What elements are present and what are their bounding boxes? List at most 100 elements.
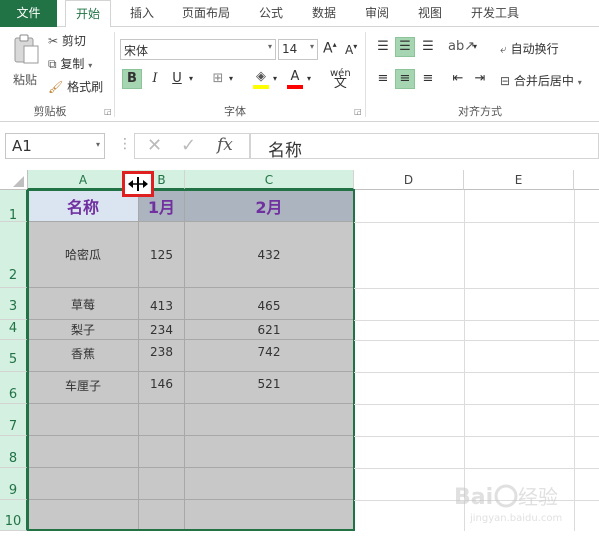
tab-developer[interactable]: 开发工具 — [460, 0, 530, 27]
row-header-10[interactable]: 10 — [0, 500, 28, 531]
column-header-c[interactable]: C — [185, 170, 354, 190]
tab-data[interactable]: 数据 — [301, 0, 347, 27]
middle-align-icon[interactable]: ☰ — [395, 37, 415, 57]
decrease-font-size-button[interactable]: A▾ — [345, 42, 357, 57]
align-left-icon[interactable]: ≡ — [373, 69, 393, 89]
tab-view[interactable]: 视图 — [407, 0, 453, 27]
cell-c7[interactable] — [185, 404, 354, 436]
ribbon-tab-bar: 文件 开始 插入 页面布局 公式 数据 审阅 视图 开发工具 — [0, 0, 599, 28]
cell-b4[interactable]: 234 — [139, 320, 185, 340]
formula-input[interactable]: 名称 — [250, 133, 599, 161]
chevron-down-icon[interactable]: ▾ — [304, 69, 314, 89]
italic-button[interactable]: I — [145, 69, 165, 89]
cell-c2[interactable]: 432 — [185, 222, 354, 288]
phonetic-guide-button[interactable]: wén 文 — [330, 69, 351, 91]
copy-button[interactable]: ⧉ 复制 ▾ — [48, 55, 92, 72]
copy-icon: ⧉ — [48, 57, 57, 71]
cell-a2[interactable]: 哈密瓜 — [28, 222, 139, 288]
cell-c3[interactable]: 465 — [185, 288, 354, 320]
tab-page-layout[interactable]: 页面布局 — [172, 0, 240, 27]
fill-color-button[interactable]: ◈ — [251, 67, 271, 89]
chevron-down-icon: ▾ — [267, 42, 272, 51]
cell-b2[interactable]: 125 — [139, 222, 185, 288]
row-header-4[interactable]: 4 — [0, 320, 28, 340]
font-dialog-launcher-icon[interactable]: ◲ — [354, 107, 362, 116]
format-painter-button[interactable]: 🖌 格式刷 — [48, 78, 103, 95]
tab-home[interactable]: 开始 — [65, 0, 111, 28]
cell-c6[interactable]: 521 — [185, 372, 354, 404]
top-align-icon[interactable]: ☰ — [373, 37, 393, 57]
font-size-dropdown[interactable]: 14 ▾ — [278, 39, 318, 60]
cell-b3[interactable]: 413 — [139, 288, 185, 320]
chevron-down-icon[interactable]: ▾ — [186, 69, 196, 89]
row-header-7[interactable]: 7 — [0, 404, 28, 436]
cell-b1[interactable]: 1月 — [139, 190, 185, 222]
wrap-text-button[interactable]: ⤶ 自动换行 — [500, 40, 559, 57]
orientation-icon[interactable]: ab↗ — [448, 37, 475, 57]
cell-a10[interactable] — [28, 500, 139, 531]
increase-font-size-button[interactable]: A▴ — [323, 40, 337, 57]
row-header-3[interactable]: 3 — [0, 288, 28, 320]
tab-review[interactable]: 审阅 — [354, 0, 400, 27]
merge-center-button[interactable]: ⊟ 合并后居中 ▾ — [500, 72, 582, 89]
chevron-down-icon: ▾ — [95, 140, 100, 149]
tab-insert[interactable]: 插入 — [119, 0, 165, 27]
row-header-6[interactable]: 6 — [0, 372, 28, 404]
row-header-2[interactable]: 2 — [0, 222, 28, 288]
decrease-indent-icon[interactable]: ⇤ — [448, 69, 468, 89]
cancel-icon[interactable]: ✕ — [147, 135, 162, 156]
align-right-icon[interactable]: ≡ — [418, 69, 438, 89]
cell-b5[interactable]: 238 — [139, 340, 185, 372]
font-color-button[interactable]: A — [285, 67, 305, 89]
cell-b6[interactable]: 146 — [139, 372, 185, 404]
row-header-9[interactable]: 9 — [0, 468, 28, 500]
chevron-down-icon[interactable]: ▾ — [470, 37, 480, 57]
row-header-5[interactable]: 5 — [0, 340, 28, 372]
insert-function-button[interactable]: fx — [217, 135, 233, 155]
cell-c8[interactable] — [185, 436, 354, 468]
chevron-down-icon[interactable]: ▾ — [226, 69, 236, 89]
column-header-d[interactable]: D — [354, 170, 464, 190]
empty-cells-grid[interactable] — [354, 190, 599, 531]
cell-b8[interactable] — [139, 436, 185, 468]
select-all-corner[interactable] — [0, 170, 28, 190]
column-header-e[interactable]: E — [464, 170, 574, 190]
tab-formulas[interactable]: 公式 — [248, 0, 294, 27]
tab-file[interactable]: 文件 — [0, 0, 57, 27]
cell-c4[interactable]: 621 — [185, 320, 354, 340]
increase-indent-icon[interactable]: ⇥ — [470, 69, 490, 89]
column-header-a[interactable]: A — [28, 170, 139, 190]
bottom-align-icon[interactable]: ☰ — [418, 37, 438, 57]
name-box[interactable]: A1 ▾ — [5, 133, 105, 159]
cell-a8[interactable] — [28, 436, 139, 468]
cell-c5[interactable]: 742 — [185, 340, 354, 372]
align-center-icon[interactable]: ≡ — [395, 69, 415, 89]
paste-button[interactable]: 粘贴 — [8, 33, 44, 93]
row-header-8[interactable]: 8 — [0, 436, 28, 468]
cut-button[interactable]: ✂ 剪切 — [48, 32, 86, 49]
cell-a1[interactable]: 名称 — [28, 190, 139, 222]
enter-check-icon[interactable]: ✓ — [181, 135, 196, 156]
cell-c9[interactable] — [185, 468, 354, 500]
borders-icon[interactable]: ⊞ — [208, 69, 228, 89]
cell-a4[interactable]: 梨子 — [28, 320, 139, 340]
cell-a9[interactable] — [28, 468, 139, 500]
column-header-b[interactable]: B — [139, 170, 185, 190]
cell-b9[interactable] — [139, 468, 185, 500]
chevron-down-icon[interactable]: ▾ — [270, 69, 280, 89]
clipboard-dialog-launcher-icon[interactable]: ◲ — [104, 107, 112, 116]
bold-button[interactable]: B — [122, 69, 142, 89]
cell-b10[interactable] — [139, 500, 185, 531]
cell-a3[interactable]: 草莓 — [28, 288, 139, 320]
row-header-1[interactable]: 1 — [0, 190, 28, 223]
cell-a6[interactable]: 车厘子 — [28, 372, 139, 404]
font-name-dropdown[interactable]: 宋体 ▾ — [120, 39, 276, 60]
column-header-f[interactable] — [574, 170, 599, 190]
cell-c1[interactable]: 2月 — [185, 190, 354, 222]
cell-b7[interactable] — [139, 404, 185, 436]
cell-a5[interactable]: 香蕉 — [28, 340, 139, 372]
underline-button[interactable]: U — [167, 69, 187, 89]
cell-a7[interactable] — [28, 404, 139, 436]
cell-c10[interactable] — [185, 500, 354, 531]
font-color-icon: A — [290, 69, 300, 84]
